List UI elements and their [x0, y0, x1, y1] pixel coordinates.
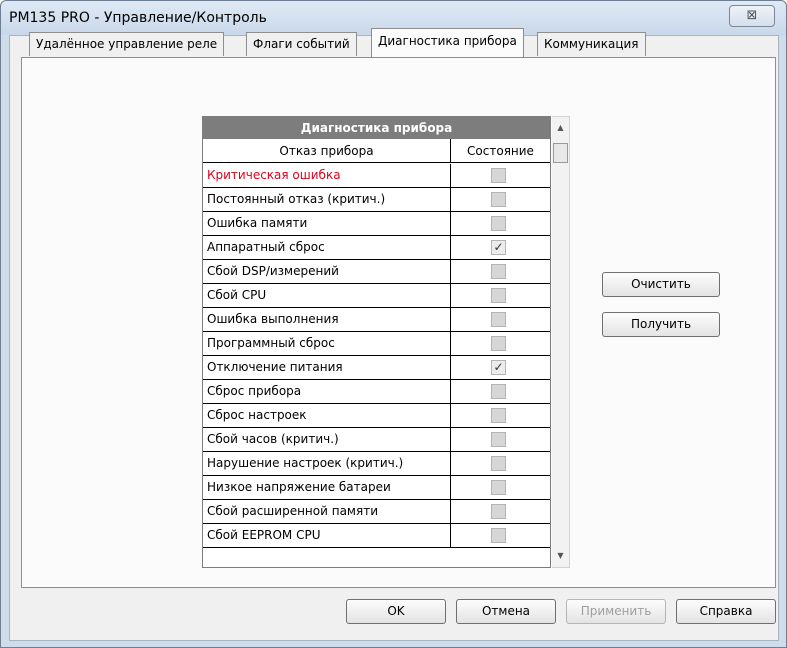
- tab-event-flags[interactable]: Флаги событий: [246, 32, 357, 56]
- scroll-up-arrow-icon[interactable]: ▲: [552, 119, 569, 137]
- row-state-cell: ✓: [451, 236, 550, 259]
- checkbox[interactable]: [491, 312, 506, 327]
- row-state-cell: [451, 164, 550, 187]
- row-label: Критическая ошибка: [203, 164, 451, 187]
- ok-button[interactable]: OK: [346, 599, 446, 624]
- row-label: Сброс настроек: [203, 404, 451, 427]
- checkbox[interactable]: [491, 192, 506, 207]
- table-row: Отключение питания ✓: [203, 356, 550, 380]
- row-state-cell: [451, 524, 550, 547]
- checkbox[interactable]: [491, 504, 506, 519]
- row-state-cell: [451, 188, 550, 211]
- table-row: Низкое напряжение батареи: [203, 476, 550, 500]
- row-label: Отключение питания: [203, 356, 451, 379]
- diagnostics-grid: Диагностика прибора Отказ прибора Состоя…: [202, 116, 551, 568]
- row-label: Программный сброс: [203, 332, 451, 355]
- table-row: Критическая ошибка: [203, 164, 550, 188]
- row-label: Сбой DSP/измерений: [203, 260, 451, 283]
- row-label: Аппаратный сброс: [203, 236, 451, 259]
- table-row: Сбой часов (критич.): [203, 428, 550, 452]
- row-state-cell: [451, 452, 550, 475]
- checkbox[interactable]: [491, 408, 506, 423]
- row-state-cell: [451, 500, 550, 523]
- checkbox-checked[interactable]: ✓: [491, 240, 506, 255]
- row-state-cell: [451, 212, 550, 235]
- row-state-cell: [451, 428, 550, 451]
- grid-scrollbar[interactable]: ▲ ▼: [552, 116, 570, 568]
- row-state-cell: ✓: [451, 356, 550, 379]
- row-label: Сброс прибора: [203, 380, 451, 403]
- table-row: Сбой EEPROM CPU: [203, 524, 550, 548]
- apply-button[interactable]: Применить: [566, 599, 666, 624]
- row-state-cell: [451, 260, 550, 283]
- scroll-thumb[interactable]: [553, 143, 568, 163]
- table-row: Ошибка выполнения: [203, 308, 550, 332]
- row-label: Сбой EEPROM CPU: [203, 524, 451, 547]
- table-row: Постоянный отказ (критич.): [203, 188, 550, 212]
- checkbox[interactable]: [491, 528, 506, 543]
- row-state-cell: [451, 308, 550, 331]
- row-state-cell: [451, 476, 550, 499]
- table-row: Нарушение настроек (критич.): [203, 452, 550, 476]
- table-row: Сбой DSP/измерений: [203, 260, 550, 284]
- row-label: Сбой CPU: [203, 284, 451, 307]
- row-label: Сбой расширенной памяти: [203, 500, 451, 523]
- table-row: Сброс прибора: [203, 380, 550, 404]
- row-label: Ошибка памяти: [203, 212, 451, 235]
- clear-button[interactable]: Очистить: [602, 272, 720, 297]
- checkbox[interactable]: [491, 336, 506, 351]
- row-label: Нарушение настроек (критич.): [203, 452, 451, 475]
- row-label: Низкое напряжение батареи: [203, 476, 451, 499]
- checkbox[interactable]: [491, 264, 506, 279]
- checkbox[interactable]: [491, 216, 506, 231]
- table-row: Аппаратный сброс ✓: [203, 236, 550, 260]
- checkbox-checked[interactable]: ✓: [491, 360, 506, 375]
- row-label: Ошибка выполнения: [203, 308, 451, 331]
- checkbox[interactable]: [491, 480, 506, 495]
- table-row: Сброс настроек: [203, 404, 550, 428]
- row-label: Сбой часов (критич.): [203, 428, 451, 451]
- table-row: Сбой CPU: [203, 284, 550, 308]
- table-row: Программный сброс: [203, 332, 550, 356]
- close-button[interactable]: ⊠: [729, 5, 775, 27]
- checkbox[interactable]: [491, 432, 506, 447]
- column-header-device-fault: Отказ прибора: [203, 139, 451, 163]
- checkbox[interactable]: [491, 456, 506, 471]
- help-button[interactable]: Справка: [676, 599, 776, 624]
- checkbox[interactable]: [491, 168, 506, 183]
- tab-relay-remote-control[interactable]: Удалённое управление реле: [29, 32, 225, 56]
- table-row: Ошибка памяти: [203, 212, 550, 236]
- row-state-cell: [451, 332, 550, 355]
- window-title: PM135 PRO - Управление/Контроль: [9, 10, 267, 26]
- row-state-cell: [451, 284, 550, 307]
- scroll-down-arrow-icon[interactable]: ▼: [552, 547, 569, 565]
- get-button[interactable]: Получить: [602, 312, 720, 337]
- checkbox[interactable]: [491, 288, 506, 303]
- checkbox[interactable]: [491, 384, 506, 399]
- grid-title: Диагностика прибора: [203, 117, 550, 139]
- column-header-state: Состояние: [451, 139, 550, 163]
- row-state-cell: [451, 404, 550, 427]
- cancel-button[interactable]: Отмена: [456, 599, 556, 624]
- table-row: Сбой расширенной памяти: [203, 500, 550, 524]
- row-state-cell: [451, 380, 550, 403]
- tab-device-diagnostics[interactable]: Диагностика прибора: [371, 28, 524, 57]
- tab-communication[interactable]: Коммуникация: [537, 32, 646, 56]
- row-label: Постоянный отказ (критич.): [203, 188, 451, 211]
